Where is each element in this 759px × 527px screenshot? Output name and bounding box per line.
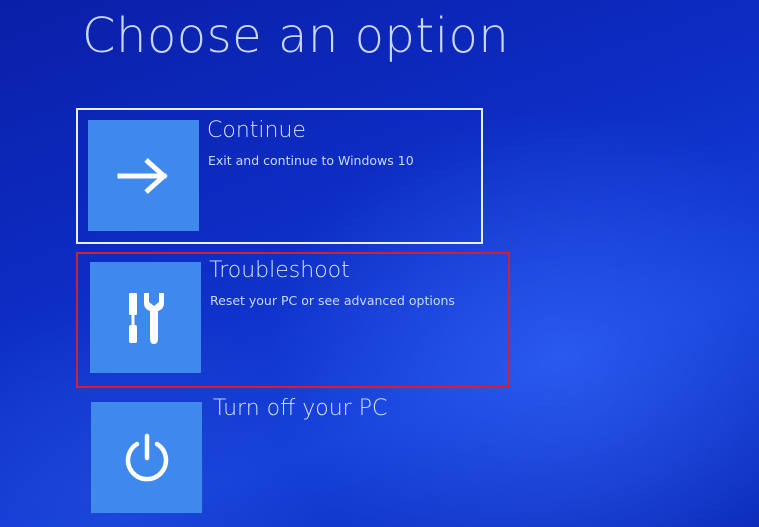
page-title: Choose an option bbox=[82, 8, 510, 64]
turn-off-tile[interactable] bbox=[91, 402, 202, 513]
troubleshoot-description: Reset your PC or see advanced options bbox=[210, 293, 455, 308]
continue-option[interactable]: Continue Exit and continue to Windows 10 bbox=[76, 108, 483, 244]
continue-tile[interactable] bbox=[88, 120, 199, 231]
continue-title: Continue bbox=[207, 118, 306, 143]
arrow-right-icon bbox=[116, 156, 172, 196]
turn-off-title: Turn off your PC bbox=[213, 396, 388, 421]
continue-description: Exit and continue to Windows 10 bbox=[208, 153, 414, 168]
turn-off-option[interactable]: Turn off your PC bbox=[76, 392, 510, 522]
troubleshoot-tile[interactable] bbox=[90, 262, 201, 373]
tools-icon bbox=[121, 289, 171, 347]
troubleshoot-option[interactable]: Troubleshoot Reset your PC or see advanc… bbox=[76, 252, 510, 388]
power-icon bbox=[121, 432, 173, 484]
troubleshoot-title: Troubleshoot bbox=[209, 258, 350, 283]
